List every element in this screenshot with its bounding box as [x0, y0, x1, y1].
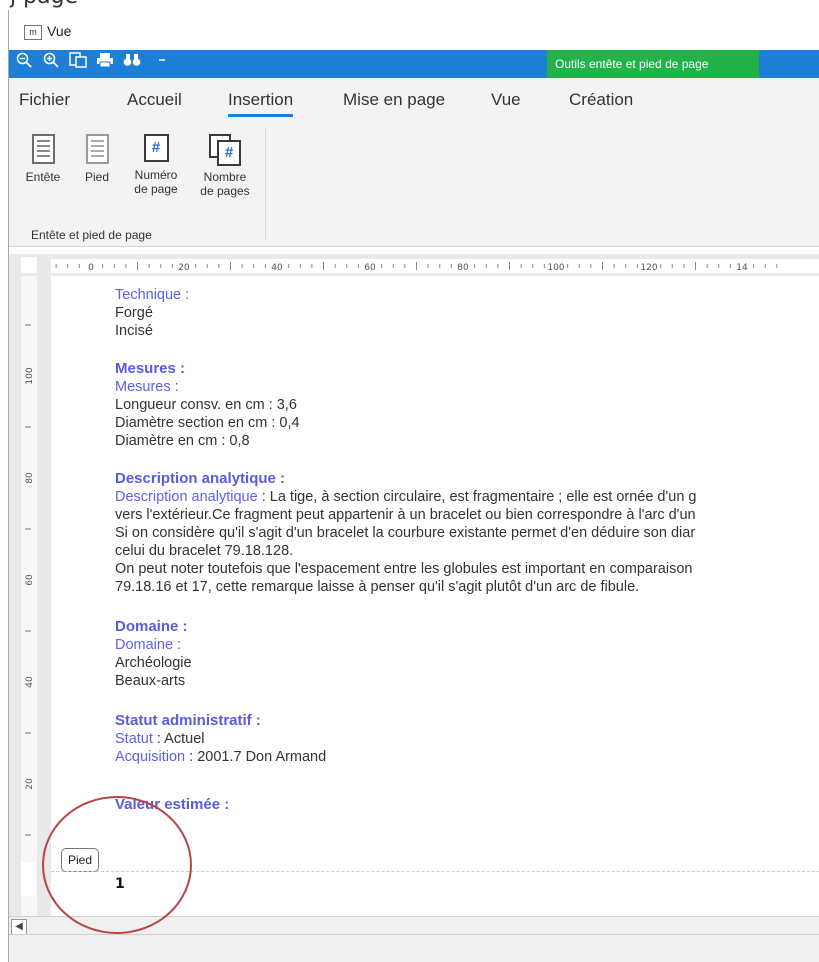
tab-fichier[interactable]: Fichier — [19, 90, 70, 110]
footer-region-tag[interactable]: Pied — [61, 848, 99, 872]
numero-label-1: Numéro — [134, 168, 178, 182]
domaine-value: Archéologie — [115, 655, 192, 671]
ruler-label: 100 — [25, 367, 35, 384]
horizontal-ruler[interactable]: 0 20 40 60 80 100 120 14 — [51, 259, 819, 273]
ruler-label: 40 — [271, 263, 283, 273]
pied-label: Pied — [84, 170, 110, 184]
ruler-label: 40 — [25, 676, 35, 688]
nombre-de-pages-button[interactable]: # Nombre de pages — [193, 134, 257, 198]
document-page[interactable]: Technique : Forgé Incisé Mesures : Mesur… — [51, 276, 819, 916]
technique-value: Incisé — [115, 323, 153, 339]
status-bar — [9, 934, 819, 962]
mesures-label: Mesures : — [115, 379, 179, 395]
ruler-label: 20 — [178, 263, 190, 273]
description-text: : La tige, à section circulaire, est fra… — [257, 489, 697, 505]
section-heading-valeur: Valeur estimée : — [115, 796, 230, 813]
footer-separator — [51, 871, 819, 872]
zoom-in-icon[interactable] — [40, 52, 62, 74]
print-icon[interactable] — [94, 52, 116, 74]
ribbon-panel: Entête Pied # Numéro de page # Nombre de p… — [9, 118, 819, 247]
ruler-label: 80 — [457, 263, 469, 273]
tab-creation[interactable]: Création — [569, 90, 633, 110]
page-count-icon: # — [209, 134, 241, 166]
window-title: Vue — [47, 23, 72, 39]
nombre-label-2: de pages — [200, 184, 250, 198]
ruler-label: 80 — [25, 472, 35, 484]
technique-value: Forgé — [115, 305, 153, 321]
find-icon[interactable] — [121, 52, 143, 74]
numero-de-page-button[interactable]: # Numéro de page — [127, 134, 185, 196]
ribbon-group-label: Entête et pied de page — [31, 228, 152, 242]
quick-access-toolbar: Outils entête et pied de page — [9, 50, 819, 78]
entete-label: Entête — [25, 170, 61, 184]
section-heading-mesures: Mesures : — [115, 360, 186, 377]
statut-value: : Actuel — [152, 731, 205, 747]
acquisition-line: Acquisition : 2001.7 Don Armand — [115, 748, 326, 766]
pied-button[interactable]: Pied — [77, 134, 117, 184]
ruler-margin — [21, 862, 37, 896]
horizontal-ruler-bar: 0 20 40 60 80 100 120 14 — [9, 254, 819, 276]
statut-label: Statut — [115, 731, 153, 747]
mesure-line: Diamètre en cm : 0,8 — [115, 433, 250, 449]
description-line: Description analytique : La tige, à sect… — [115, 488, 696, 506]
vertical-ruler[interactable]: 100806040200 — [21, 276, 37, 916]
ruler-label: 0 — [88, 263, 94, 273]
nombre-label-1: Nombre — [203, 170, 247, 184]
app-window: m Vue Outils entête et pied de page Fich… — [8, 10, 819, 962]
description-line: On peut noter toutefois que l'espacement… — [115, 561, 693, 577]
ruler-label: 120 — [640, 263, 657, 273]
page-number-field[interactable]: 1 — [115, 876, 125, 892]
description-line: 79.18.16 et 17, cette remarque laisse à … — [115, 579, 640, 595]
cut-off-heading: j page — [0, 0, 819, 10]
ruler-label: 100 — [547, 263, 564, 273]
description-label: Description analytique — [115, 489, 258, 505]
ruler-corner[interactable] — [21, 257, 37, 273]
domaine-value: Beaux-arts — [115, 673, 186, 689]
page-number-icon: # — [143, 134, 169, 162]
tab-mise-en-page[interactable]: Mise en page — [343, 90, 445, 110]
section-heading-domaine: Domaine : — [115, 618, 188, 635]
tab-insertion[interactable]: Insertion — [228, 90, 294, 117]
section-heading-description: Description analytique : — [115, 470, 286, 487]
description-line: celui du bracelet 79.18.128. — [115, 543, 294, 559]
domaine-label: Domaine : — [115, 637, 182, 653]
tab-vue[interactable]: Vue — [491, 90, 521, 110]
acquisition-label: Acquisition — [115, 749, 186, 765]
context-tab-header-footer-tools[interactable]: Outils entête et pied de page — [547, 50, 759, 78]
header-icon — [31, 134, 55, 164]
ruler-label: 60 — [364, 263, 376, 273]
section-heading-statut: Statut administratif : — [115, 712, 261, 729]
ribbon-group-separator — [265, 128, 266, 240]
scroll-left-icon[interactable]: ◀ — [11, 919, 27, 935]
description-line: vers l'extérieur.Ce fragment peut appart… — [115, 507, 696, 523]
entete-button[interactable]: Entête — [21, 134, 65, 184]
technique-label: Technique : — [115, 287, 190, 303]
tab-accueil[interactable]: Accueil — [127, 90, 182, 110]
mesure-line: Longueur consv. en cm : 3,6 — [115, 397, 297, 413]
description-line: Si on considère qu'il s'agit d'un bracel… — [115, 525, 696, 541]
vertical-ruler-bar: 100806040200 — [9, 276, 51, 916]
app-icon: m — [24, 25, 42, 40]
footer-icon — [85, 134, 109, 164]
mesure-line: Diamètre section en cm : 0,4 — [115, 415, 300, 431]
ruler-label: 20 — [25, 778, 35, 790]
ruler-label: 60 — [25, 574, 35, 586]
dropdown-icon[interactable] — [151, 52, 173, 74]
ribbon-tabs: Fichier Accueil Insertion Mise en page V… — [9, 78, 819, 118]
ruler-label: 14 — [736, 263, 748, 273]
page-setup-icon[interactable] — [67, 52, 89, 74]
horizontal-scrollbar[interactable]: ◀ — [9, 916, 819, 935]
statut-line: Statut : Actuel — [115, 730, 204, 748]
numero-label-2: de page — [134, 182, 178, 196]
acquisition-value: : 2001.7 Don Armand — [185, 749, 327, 765]
title-bar: m Vue — [9, 10, 819, 50]
zoom-out-icon[interactable] — [13, 52, 35, 74]
